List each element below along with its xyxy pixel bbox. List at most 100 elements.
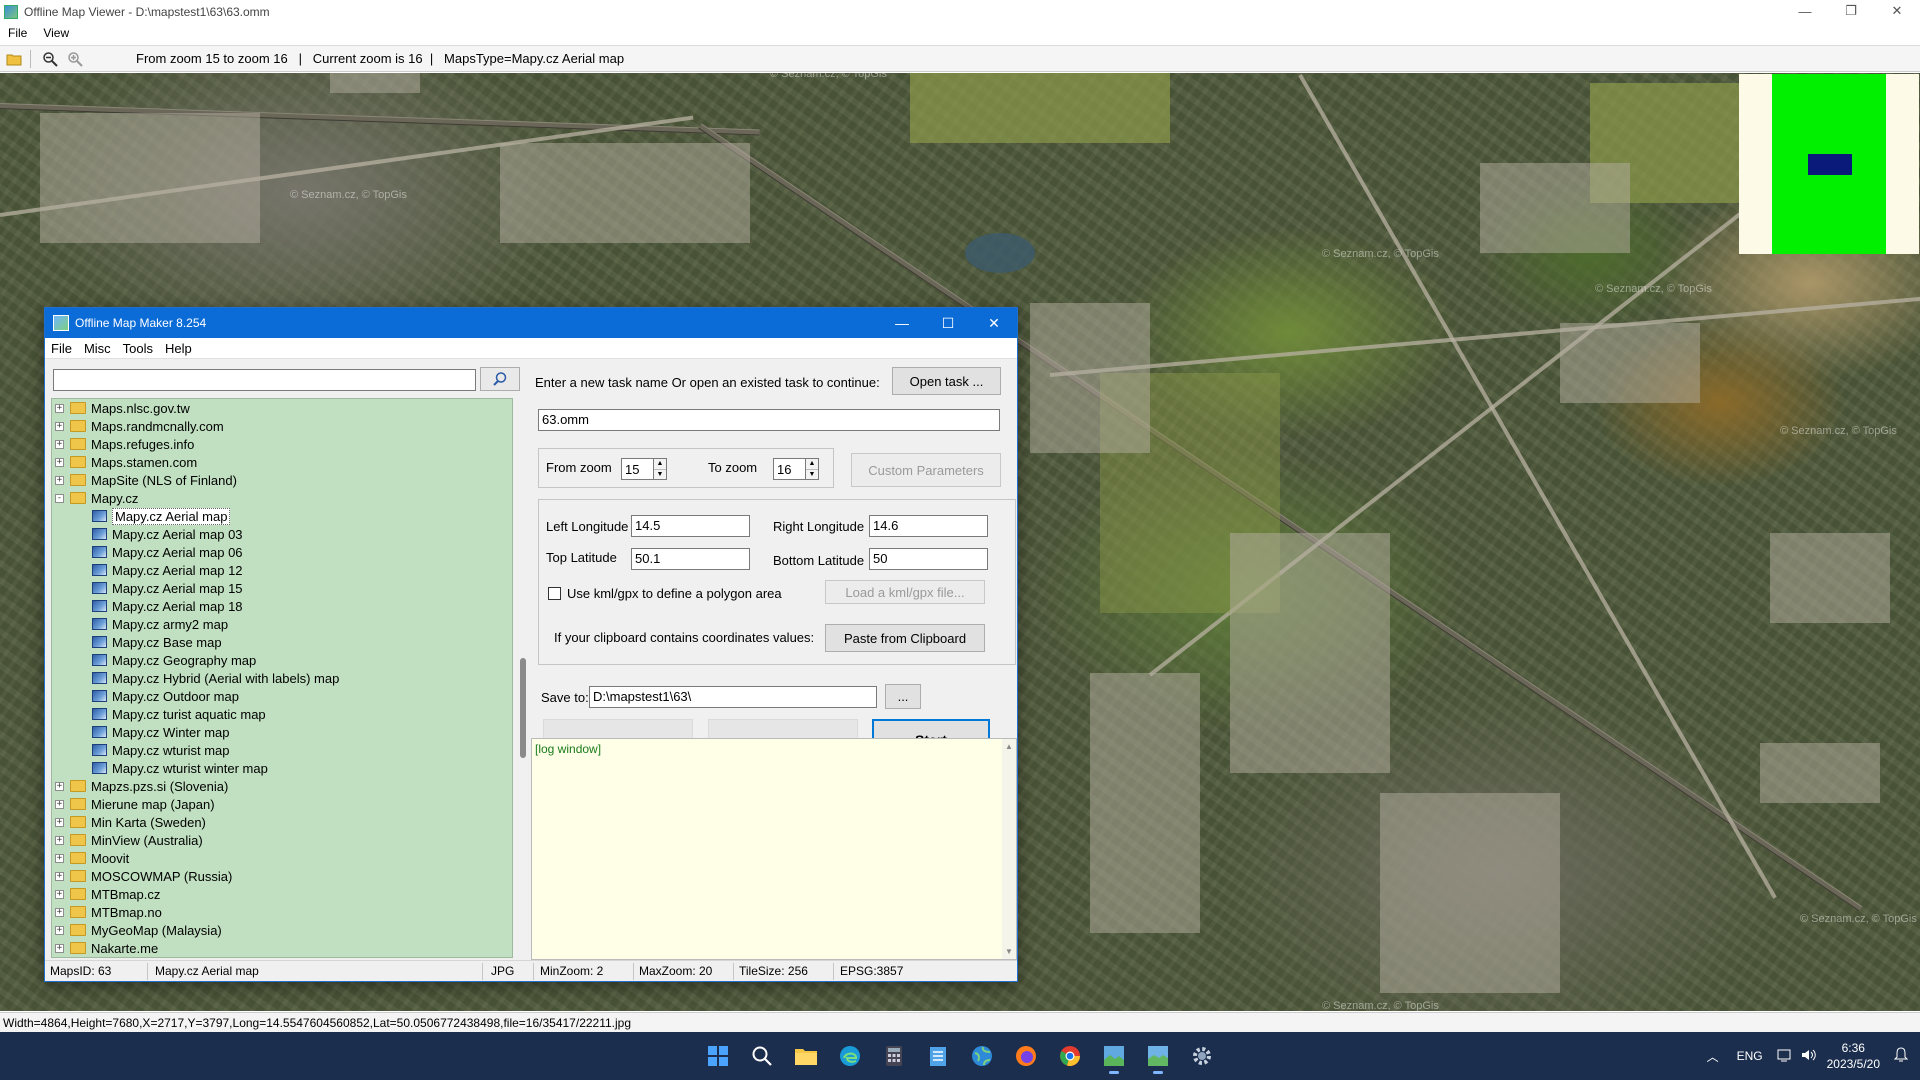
tree-map-item[interactable]: Mapy.cz Aerial map 18 [52,597,512,615]
expand-icon[interactable]: + [55,889,64,899]
notification-bell-icon[interactable] [1893,1046,1909,1066]
open-folder-icon[interactable] [3,48,25,70]
dialog-minimize-icon[interactable]: — [879,308,925,338]
chrome-icon[interactable] [1050,1036,1090,1076]
file-explorer-icon[interactable] [786,1036,826,1076]
tree-map-item[interactable]: Mapy.cz Aerial map 03 [52,525,512,543]
open-task-button[interactable]: Open task ... [892,367,1001,395]
search-button[interactable] [480,367,520,391]
log-window[interactable]: [log window] ▲ ▼ [531,738,1017,960]
expand-icon[interactable]: + [55,421,64,431]
tree-folder-item[interactable]: + Mierune map (Japan) [52,795,512,813]
zoom-in-icon[interactable] [64,48,86,70]
expand-icon[interactable]: + [55,853,64,863]
to-zoom-value[interactable]: 16 [773,458,805,480]
tree-map-item[interactable]: Mapy.cz wturist map [52,741,512,759]
tree-map-item[interactable]: Mapy.cz Aerial map [52,507,512,525]
dialog-maximize-icon[interactable]: ☐ [925,308,971,338]
dialog-menu-misc[interactable]: Misc [78,341,117,356]
tree-map-item[interactable]: Mapy.cz Base map [52,633,512,651]
expand-icon[interactable]: + [55,781,64,791]
spin-down-icon[interactable]: ▼ [806,470,818,480]
tree-folder-item[interactable]: + MTBmap.no [52,903,512,921]
expand-icon[interactable]: + [55,871,64,881]
dialog-menu-tools[interactable]: Tools [117,341,159,356]
tree-map-item[interactable]: Mapy.cz Aerial map 15 [52,579,512,597]
bottom-latitude-input[interactable]: 50 [869,548,988,570]
tree-map-item[interactable]: Mapy.cz Winter map [52,723,512,741]
scroll-down-icon[interactable]: ▼ [1005,947,1013,956]
tree-scrollbar[interactable] [517,398,529,958]
expand-icon[interactable]: + [55,907,64,917]
offline-map-maker-taskbar-icon[interactable] [1094,1036,1134,1076]
top-latitude-input[interactable]: 50.1 [631,548,750,570]
chevron-up-icon[interactable]: ︿ [1707,1048,1719,1065]
expand-icon[interactable]: + [55,799,64,809]
expand-icon[interactable]: + [55,943,64,953]
settings-gear-icon[interactable] [1182,1036,1222,1076]
zoom-out-icon[interactable] [39,48,61,70]
tree-map-item[interactable]: Mapy.cz Aerial map 12 [52,561,512,579]
minimize-icon[interactable]: — [1782,0,1828,22]
notepad-icon[interactable] [918,1036,958,1076]
spin-up-icon[interactable]: ▲ [806,459,818,470]
tree-folder-item[interactable]: + MTBmap.cz [52,885,512,903]
tree-folder-item[interactable]: + MyGeoMap (Malaysia) [52,921,512,939]
expand-icon[interactable]: + [55,475,64,485]
save-path-input[interactable]: D:\mapstest1\63\ [589,686,877,708]
spin-up-icon[interactable]: ▲ [654,459,666,470]
tree-folder-item[interactable]: + Nakarte.me [52,939,512,957]
task-name-input[interactable]: 63.omm [538,409,1000,431]
log-scrollbar[interactable]: ▲ ▼ [1002,739,1016,959]
from-zoom-spinner[interactable]: 15 ▲ ▼ [621,458,667,480]
browse-button[interactable]: ... [885,684,921,709]
language-indicator[interactable]: ENG [1737,1049,1763,1063]
tree-map-item[interactable]: Mapy.cz Hybrid (Aerial with labels) map [52,669,512,687]
spin-down-icon[interactable]: ▼ [654,470,666,480]
expand-icon[interactable]: + [55,439,64,449]
start-button[interactable] [698,1036,738,1076]
tree-map-item[interactable]: Mapy.cz Outdoor map [52,687,512,705]
calculator-icon[interactable] [874,1036,914,1076]
from-zoom-value[interactable]: 15 [621,458,653,480]
tree-folder-item[interactable]: + Min Karta (Sweden) [52,813,512,831]
close-icon[interactable]: ✕ [1874,0,1920,22]
custom-parameters-button[interactable]: Custom Parameters [851,453,1001,487]
tree-folder-item[interactable]: + MOSCOWMAP (Russia) [52,867,512,885]
tree-map-item[interactable]: Mapy.cz wturist winter map [52,759,512,777]
tree-folder-item[interactable]: + Maps.stamen.com [52,453,512,471]
tree-folder-item[interactable]: + Moovit [52,849,512,867]
volume-icon[interactable] [1801,1048,1817,1065]
map-source-tree[interactable]: + Maps.nlsc.gov.tw + Maps.randmcnally.com + M… [51,398,513,958]
tree-folder-item[interactable]: - Mapy.cz [52,489,512,507]
kml-polygon-checkbox[interactable] [548,587,561,600]
clock[interactable]: 6:36 2023/5/20 [1827,1040,1880,1072]
tree-scrollbar-thumb[interactable] [520,658,526,758]
expand-icon[interactable]: + [55,835,64,845]
restore-icon[interactable]: ❐ [1828,0,1874,22]
dialog-titlebar[interactable]: Offline Map Maker 8.254 — ☐ ✕ [45,308,1017,338]
scroll-up-icon[interactable]: ▲ [1005,742,1013,751]
tree-map-item[interactable]: Mapy.cz army2 map [52,615,512,633]
to-zoom-spinner[interactable]: 16 ▲ ▼ [773,458,819,480]
network-icon[interactable] [1777,1048,1793,1065]
expand-icon[interactable]: + [55,457,64,467]
menu-file[interactable]: File [0,26,35,40]
tree-folder-item[interactable]: + MinView (Australia) [52,831,512,849]
dialog-menu-file[interactable]: File [45,341,78,356]
tree-folder-item[interactable]: + Mapzs.pzs.si (Slovenia) [52,777,512,795]
firefox-icon[interactable] [1006,1036,1046,1076]
search-icon[interactable] [742,1036,782,1076]
offline-map-viewer-taskbar-icon[interactable] [1138,1036,1178,1076]
globe-app-icon[interactable] [962,1036,1002,1076]
expand-icon[interactable]: + [55,817,64,827]
tree-folder-item[interactable]: + Maps.nlsc.gov.tw [52,399,512,417]
minimap-current-view[interactable] [1808,154,1852,175]
tree-folder-item[interactable]: + Maps.randmcnally.com [52,417,512,435]
overview-minimap[interactable] [1739,74,1919,254]
expand-icon[interactable]: + [55,925,64,935]
menu-view[interactable]: View [35,26,77,40]
load-kml-button[interactable]: Load a kml/gpx file... [825,580,985,604]
paste-from-clipboard-button[interactable]: Paste from Clipboard [825,624,985,652]
tree-map-item[interactable]: Mapy.cz Aerial map 06 [52,543,512,561]
